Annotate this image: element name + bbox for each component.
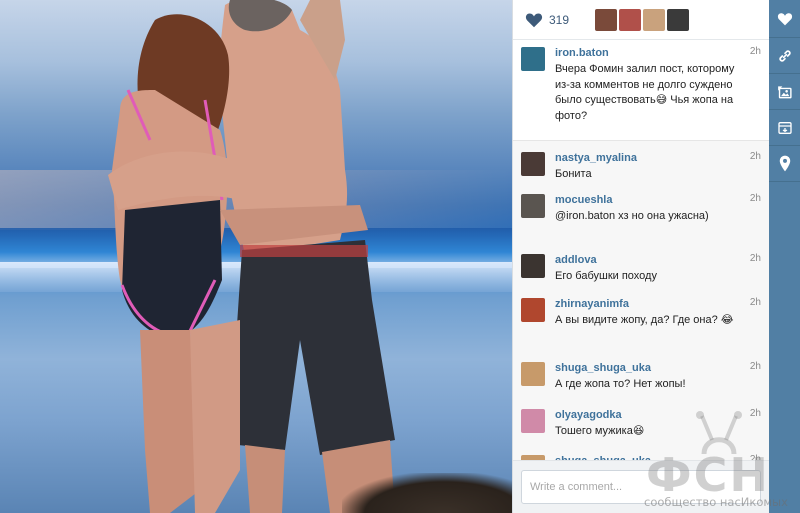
comment-item: olyayagodka Тошего мужика😆 2h xyxy=(513,400,769,446)
comment-list[interactable]: iron.baton Вчера Фомин залил пост, котор… xyxy=(513,40,769,460)
comment-item: iron.baton Вчера Фомин залил пост, котор… xyxy=(513,40,769,140)
comment-username[interactable]: addlova xyxy=(555,253,745,267)
comment-text: Вчера Фомин залил пост, которому из-за к… xyxy=(555,63,735,122)
likes-bar: 319 xyxy=(513,0,769,40)
couple-silhouette xyxy=(108,0,395,513)
heart-icon[interactable] xyxy=(525,12,543,28)
comment-username[interactable]: iron.baton xyxy=(555,46,745,60)
comment-time: 2h xyxy=(749,253,761,264)
link-icon xyxy=(778,49,791,62)
location-pin-icon xyxy=(779,155,790,172)
comment-item: mocueshla @iron.baton хз но она ужасна) … xyxy=(513,185,769,245)
comment-text: Его бабушки походу xyxy=(555,270,657,282)
location-button[interactable] xyxy=(769,146,800,182)
avatar[interactable] xyxy=(521,152,545,176)
comment-text: А где жопа то? Нет жопы! xyxy=(555,378,686,390)
post-photo[interactable] xyxy=(0,0,512,513)
comment-username[interactable]: olyayagodka xyxy=(555,408,745,422)
share-image-button[interactable] xyxy=(769,74,800,110)
avatar[interactable] xyxy=(521,47,545,71)
comment-text: Тошего мужика😆 xyxy=(555,425,645,437)
avatar[interactable] xyxy=(521,298,545,322)
comment-item: nastya_myalina Бонита 2h xyxy=(513,140,769,185)
liker-avatar[interactable] xyxy=(667,8,689,31)
comment-item: shuga_shuga_uka А где жопа то? Нет жопы!… xyxy=(513,352,769,400)
comment-text: @iron.baton хз но она ужасна) xyxy=(555,210,709,222)
liker-avatar[interactable] xyxy=(595,8,617,31)
avatar[interactable] xyxy=(521,362,545,386)
comment-time: 2h xyxy=(749,297,761,308)
comment-time: 2h xyxy=(749,46,761,57)
comment-username[interactable]: nastya_myalina xyxy=(555,151,745,165)
comment-text: А вы видите жопу, да? Где она? 😂 xyxy=(555,314,734,326)
avatar[interactable] xyxy=(521,409,545,433)
comment-username[interactable]: shuga_shuga_uka xyxy=(555,361,745,375)
comment-time: 2h xyxy=(749,151,761,162)
comment-time: 2h xyxy=(749,361,761,372)
like-button[interactable] xyxy=(769,0,800,38)
shore-rocks xyxy=(342,473,512,513)
comment-time: 2h xyxy=(749,193,761,204)
copy-link-button[interactable] xyxy=(769,38,800,74)
comment-composer xyxy=(513,460,769,513)
liker-avatar[interactable] xyxy=(643,8,665,31)
avatar[interactable] xyxy=(521,254,545,278)
archive-icon xyxy=(777,121,792,134)
heart-icon xyxy=(777,12,792,25)
comment-item: zhirnayanimfa А вы видите жопу, да? Где … xyxy=(513,290,769,352)
comment-input[interactable] xyxy=(521,470,761,504)
action-sidebar xyxy=(769,0,800,513)
comment-time: 2h xyxy=(749,408,761,419)
comment-item: shuga_shuga_uka 2h xyxy=(513,446,769,460)
share-image-icon xyxy=(778,85,792,98)
comments-panel: 319 iron.baton Вчера Фомин залил пост, к… xyxy=(512,0,769,513)
liker-avatar[interactable] xyxy=(619,8,641,31)
comment-username[interactable]: zhirnayanimfa xyxy=(555,297,745,311)
comment-username[interactable]: mocueshla xyxy=(555,193,745,207)
download-button[interactable] xyxy=(769,110,800,146)
like-count[interactable]: 319 xyxy=(549,13,595,27)
comment-text: Бонита xyxy=(555,168,592,180)
avatar[interactable] xyxy=(521,194,545,218)
comment-item: addlova Его бабушки походу 2h xyxy=(513,245,769,290)
